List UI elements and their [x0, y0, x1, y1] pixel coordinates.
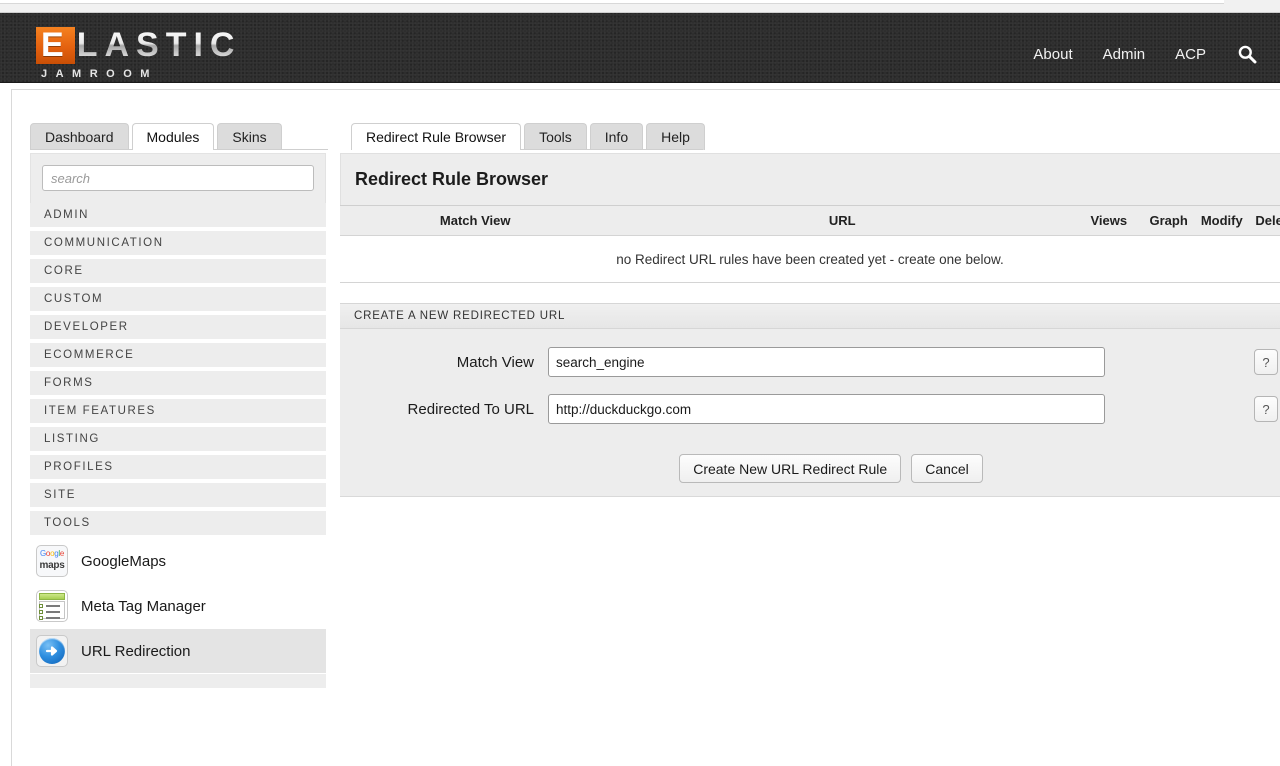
tab-info[interactable]: Info — [590, 123, 643, 150]
column-header-match-view: Match View — [340, 213, 610, 228]
form-row-match-view: Match View ? — [340, 347, 1280, 377]
url-redirection-icon — [36, 635, 68, 667]
sidebar-item-forms[interactable]: FORMS — [30, 371, 326, 399]
url-redirection-icon-circle — [39, 638, 65, 664]
main-panel: Redirect Rule Browser Match View URL Vie… — [340, 153, 1280, 497]
nav-item-acp[interactable]: ACP — [1175, 46, 1206, 63]
primary-tab-bar: Dashboard Modules Skins — [30, 122, 285, 150]
module-item-googlemaps[interactable]: Google maps GoogleMaps — [30, 539, 326, 584]
tab-skins[interactable]: Skins — [217, 123, 281, 150]
create-rule-section-title: CREATE A NEW REDIRECTED URL — [340, 303, 1280, 329]
meta-tag-icon — [36, 590, 68, 622]
google-maps-icon-bottom: maps — [37, 560, 67, 571]
match-view-input[interactable] — [548, 347, 1105, 377]
table-empty-message: no Redirect URL rules have been created … — [340, 236, 1280, 283]
sidebar-item-admin[interactable]: ADMIN — [30, 203, 326, 231]
meta-tag-icon-check-2 — [39, 610, 43, 614]
tab-tools[interactable]: Tools — [524, 123, 587, 150]
meta-tag-icon-check-1 — [39, 604, 43, 608]
form-actions: Create New URL Redirect Rule Cancel — [340, 441, 1280, 496]
redirect-rules-table: Match View URL Views Graph Modify Delete… — [340, 205, 1280, 283]
site-header: ELASTIC JAMROOM About Admin ACP — [0, 13, 1280, 83]
help-icon-match-view[interactable]: ? — [1254, 349, 1278, 375]
sidebar-item-profiles[interactable]: PROFILES — [30, 455, 326, 483]
browser-chrome-strip — [0, 0, 1280, 13]
redirected-to-url-input[interactable] — [548, 394, 1105, 424]
column-header-url: URL — [610, 213, 1074, 228]
meta-tag-icon-row-3 — [46, 617, 60, 619]
sidebar-item-site[interactable]: SITE — [30, 483, 326, 511]
meta-tag-icon-row-2 — [46, 611, 60, 613]
search-input[interactable] — [42, 165, 314, 191]
column-header-graph: Graph — [1144, 213, 1194, 228]
search-icon[interactable] — [1236, 43, 1258, 65]
sidebar-item-core[interactable]: CORE — [30, 259, 326, 287]
sidebar-item-tools[interactable]: TOOLS — [30, 511, 326, 539]
logo-subtitle: JAMROOM — [36, 68, 241, 80]
google-maps-icon: Google maps — [36, 545, 68, 577]
page-title: Redirect Rule Browser — [340, 153, 1280, 205]
sidebar-item-developer[interactable]: DEVELOPER — [30, 315, 326, 343]
sidebar-item-item-features[interactable]: ITEM FEATURES — [30, 399, 326, 427]
table-header-row: Match View URL Views Graph Modify Delete — [340, 206, 1280, 236]
section-gap — [340, 283, 1280, 303]
tab-dashboard[interactable]: Dashboard — [30, 123, 129, 150]
column-header-modify: Modify — [1194, 213, 1250, 228]
create-rule-form: Match View ? Redirected To URL ? Create … — [340, 329, 1280, 497]
help-icon-redirected-to-url[interactable]: ? — [1254, 396, 1278, 422]
module-item-meta-tag-manager[interactable]: Meta Tag Manager — [30, 584, 326, 629]
cancel-button[interactable]: Cancel — [911, 454, 983, 483]
label-redirected-to-url: Redirected To URL — [340, 401, 548, 418]
nav-item-admin[interactable]: Admin — [1103, 46, 1146, 63]
module-item-label: GoogleMaps — [81, 553, 166, 570]
column-header-views: Views — [1074, 213, 1144, 228]
module-item-url-redirection[interactable]: URL Redirection — [30, 629, 326, 674]
create-rule-button[interactable]: Create New URL Redirect Rule — [679, 454, 901, 483]
module-sidebar: ADMIN COMMUNICATION CORE CUSTOM DEVELOPE… — [30, 153, 326, 688]
nav-item-about[interactable]: About — [1033, 46, 1072, 63]
module-item-label: URL Redirection — [81, 643, 191, 660]
sidebar-search-wrap — [30, 153, 326, 203]
google-maps-icon-top: Google — [39, 549, 65, 558]
column-header-delete: Delete — [1250, 213, 1280, 228]
meta-tag-icon-row-1 — [46, 605, 60, 607]
tab-modules[interactable]: Modules — [132, 123, 215, 150]
tab-help[interactable]: Help — [646, 123, 705, 150]
logo-wordmark: ELASTIC — [36, 27, 241, 64]
sidebar-item-custom[interactable]: CUSTOM — [30, 287, 326, 315]
module-item-label: Meta Tag Manager — [81, 598, 206, 615]
meta-tag-icon-check-3 — [39, 616, 43, 620]
sidebar-item-listing[interactable]: LISTING — [30, 427, 326, 455]
sidebar-item-communication[interactable]: COMMUNICATION — [30, 231, 326, 259]
site-logo[interactable]: ELASTIC JAMROOM — [36, 27, 241, 80]
header-nav: About Admin ACP — [1033, 43, 1258, 65]
logo-accent-letter: E — [36, 27, 75, 64]
browser-chrome-inner — [0, 0, 1224, 4]
page-body: Dashboard Modules Skins Redirect Rule Br… — [0, 84, 1280, 765]
secondary-tab-bar: Redirect Rule Browser Tools Info Help — [351, 122, 708, 150]
sidebar-item-ecommerce[interactable]: ECOMMERCE — [30, 343, 326, 371]
label-match-view: Match View — [340, 354, 548, 371]
logo-wordmark-rest: LASTIC — [77, 28, 242, 62]
tab-redirect-rule-browser[interactable]: Redirect Rule Browser — [351, 123, 521, 150]
sidebar-item-partial-next[interactable] — [30, 674, 326, 688]
meta-tag-icon-bar — [39, 593, 65, 600]
form-row-redirected-to-url: Redirected To URL ? — [340, 394, 1280, 424]
